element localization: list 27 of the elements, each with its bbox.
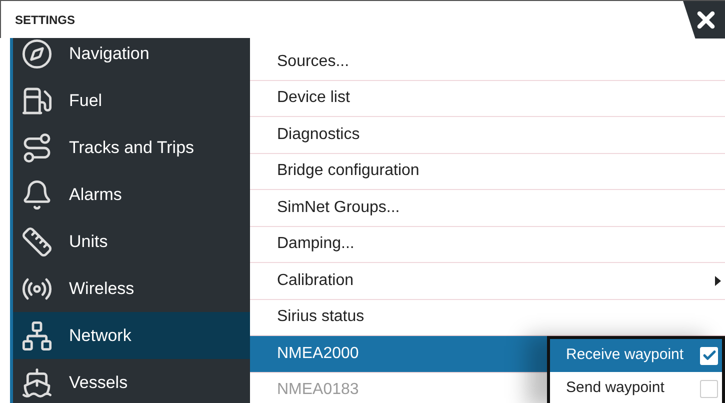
track-icon (21, 132, 53, 164)
sidebar-item[interactable]: Tracks and Trips (13, 124, 250, 171)
sidebar-item[interactable]: Fuel (13, 77, 250, 124)
menu-item[interactable]: SimNet Groups... (250, 190, 725, 226)
sidebar-item[interactable]: Navigation (13, 38, 250, 77)
menu-item[interactable]: Damping... (250, 226, 725, 263)
compass-icon (21, 38, 53, 70)
sidebar-item[interactable]: Vessels (13, 359, 250, 403)
menu-item[interactable]: Diagnostics (250, 117, 725, 154)
sidebar-item[interactable]: Units (13, 218, 250, 265)
ship-icon (21, 366, 53, 398)
checkbox[interactable] (700, 380, 718, 398)
sidebar-item[interactable]: Network (13, 312, 250, 359)
sidebar-item[interactable]: Wireless (13, 265, 250, 312)
menu-item[interactable]: Device list (250, 80, 725, 117)
window-title: SETTINGS (15, 12, 76, 28)
menu-item[interactable]: Bridge configuration (250, 154, 725, 190)
network-icon (21, 320, 53, 352)
menu-item[interactable]: Sources... (250, 44, 725, 80)
popup-option[interactable]: Send waypoint (550, 372, 722, 403)
checkbox[interactable] (700, 346, 718, 364)
submenu-arrow-icon (715, 276, 721, 286)
sidebar-item[interactable]: Alarms (13, 171, 250, 218)
popup-option[interactable]: Receive waypoint (550, 339, 722, 372)
menu-item[interactable]: Calibration (250, 263, 725, 300)
bell-icon (21, 178, 53, 210)
ruler-icon (21, 226, 53, 258)
